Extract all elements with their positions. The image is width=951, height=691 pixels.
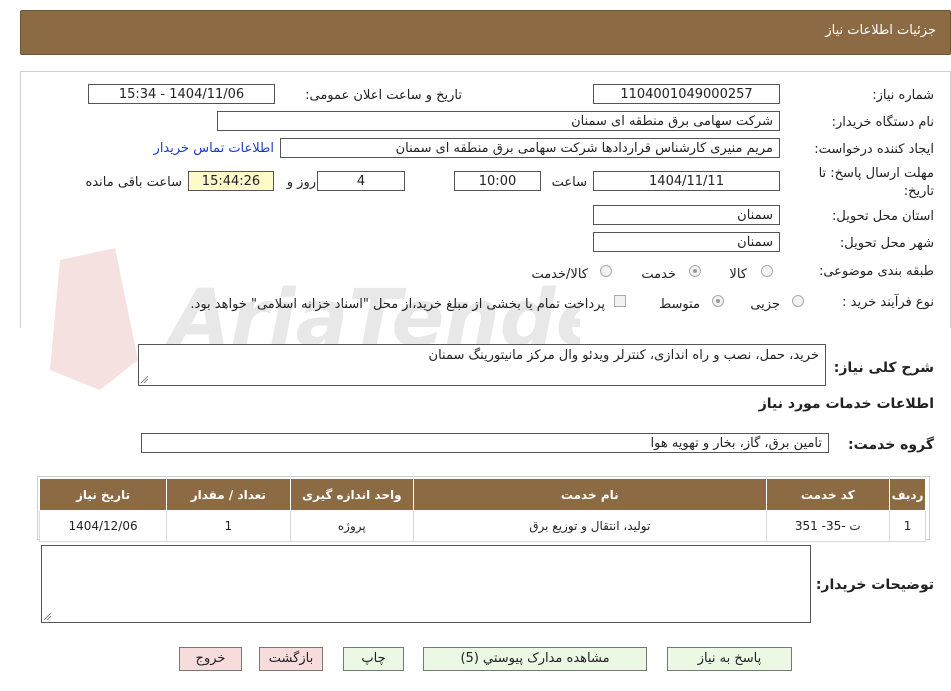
announce-label: تاریخ و ساعت اعلان عمومی: [305,88,462,103]
print-button[interactable]: چاپ [343,647,404,671]
description-field: خرید، حمل، نصب و راه اندازی، کنترلر ویدئ… [138,344,826,386]
need-number-label: شماره نیاز: [872,88,934,103]
col-row: ردیف [889,478,926,511]
cell-service-code: ت -35- 351 [765,510,891,542]
cell-unit: پروژه [289,510,415,542]
remaining-time-field: 15:44:26 [188,171,274,191]
category-service-label: خدمت [641,267,676,282]
category-both-radio[interactable] [600,265,612,277]
remaining-label: ساعت باقی مانده [85,175,182,190]
col-quantity: تعداد / مقدار [166,478,291,511]
col-service-code: کد خدمت [765,478,891,511]
resize-grip-icon[interactable] [141,376,148,383]
category-goods-label: کالا [729,267,747,282]
process-medium-radio[interactable] [712,295,724,307]
service-group-field: تامین برق، گاز، بخار و تهویه هوا [141,433,829,453]
need-number-field: 1104001049000257 [593,84,780,104]
cell-row: 1 [889,510,926,542]
table-row: 1 ت -35- 351 تولید، انتقال و توزیع برق پ… [38,510,926,542]
category-label: طبقه بندی موضوعی: [818,264,934,279]
details-panel [20,71,951,328]
service-group-label: گروه خدمت: [848,437,934,453]
services-title: اطلاعات خدمات مورد نیاز [758,396,934,412]
table-header-row: ردیف کد خدمت نام خدمت واحد اندازه گیری ت… [38,478,926,511]
page-title: جزئيات اطلاعات نياز [825,23,936,38]
view-attachments-button[interactable]: مشاهده مدارک پیوستي (5) [423,647,647,671]
resize-grip-icon[interactable] [44,613,51,620]
city-label: شهر محل تحویل: [839,236,934,251]
col-service-name: نام خدمت [413,478,767,511]
buyer-org-label: نام دستگاه خریدار: [831,115,934,130]
creator-field: مریم منیری کارشناس قراردادها شرکت سهامی … [280,138,780,158]
announce-field: 1404/11/06 - 15:34 [88,84,275,104]
deadline-label: مهلت ارسال پاسخ: تا [818,166,934,181]
time-label: ساعت [551,175,587,190]
deadline-date-field: 1404/11/11 [593,171,780,191]
description-label: شرح کلی نیاز: [833,360,934,376]
back-button[interactable]: بازگشت [259,647,323,671]
days-label: روز و [286,175,316,190]
treasury-payment-checkbox[interactable] [614,295,626,307]
page-header: جزئيات اطلاعات نياز [20,10,951,55]
deadline-label-2: تاریخ: [903,184,934,199]
exit-button[interactable]: خروج [179,647,242,671]
services-table: ردیف کد خدمت نام خدمت واحد اندازه گیری ت… [38,478,926,542]
category-service-radio[interactable] [689,265,701,277]
category-goods-radio[interactable] [761,265,773,277]
reply-button[interactable]: پاسخ به نیاز [667,647,792,671]
process-label: نوع فرآیند خرید : [842,295,934,310]
process-minor-label: جزیی [750,297,780,312]
province-label: استان محل تحویل: [832,209,934,224]
cell-quantity: 1 [166,510,291,542]
col-unit: واحد اندازه گیری [289,478,415,511]
creator-label: ایجاد کننده درخواست: [814,142,934,157]
cell-service-name: تولید، انتقال و توزیع برق [413,510,767,542]
process-minor-radio[interactable] [792,295,804,307]
buyer-contact-link[interactable]: اطلاعات تماس خریدار [154,141,274,156]
days-field: 4 [317,171,405,191]
city-field: سمنان [593,232,780,252]
buyer-notes-field[interactable] [41,545,811,623]
buyer-org-field: شرکت سهامی برق منطقه ای سمنان [217,111,780,131]
province-field: سمنان [593,205,780,225]
cell-need-date: 1404/12/06 [38,510,168,542]
buyer-notes-label: توضیحات خریدار: [815,577,934,593]
category-both-label: کالا/خدمت [531,267,588,282]
description-text: خرید، حمل، نصب و راه اندازی، کنترلر ویدئ… [428,348,819,363]
col-need-date: تاریخ نیاز [38,478,168,511]
process-medium-label: متوسط [659,297,700,312]
deadline-time-field: 10:00 [454,171,541,191]
treasury-payment-note: پرداخت تمام یا بخشی از مبلغ خرید،از محل … [190,297,605,312]
